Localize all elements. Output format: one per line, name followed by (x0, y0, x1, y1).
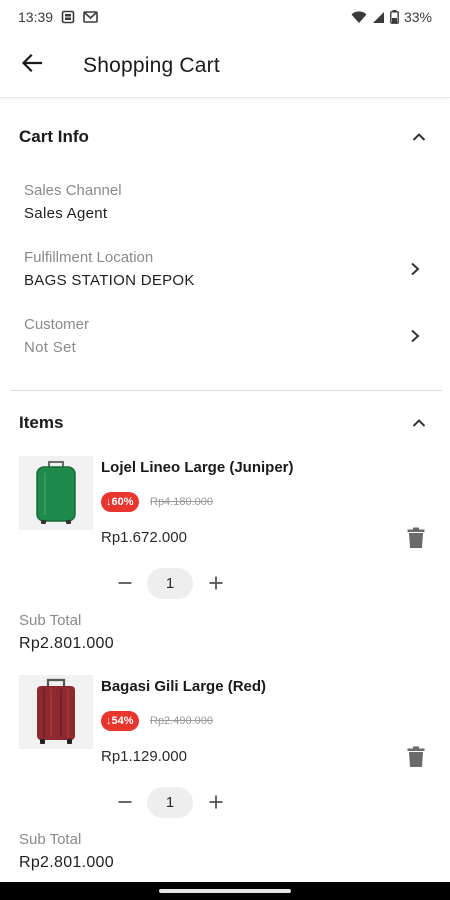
back-button[interactable] (0, 34, 64, 98)
product-name: Bagasi Gili Large (Red) (101, 678, 267, 695)
sales-channel-value: Sales Agent (24, 205, 108, 222)
page-title: Shopping Cart (83, 53, 220, 77)
signal-icon (372, 11, 385, 24)
discount-badge: ↓54% (101, 711, 139, 731)
subtotal-label: Sub Total (19, 831, 82, 848)
chevron-right-icon[interactable] (404, 325, 426, 347)
fulfillment-location-value: BAGS STATION DEPOK (24, 272, 195, 289)
customer-label: Customer (24, 316, 90, 333)
increase-quantity-button[interactable] (204, 571, 228, 595)
arrow-left-icon (21, 52, 43, 79)
chevron-up-icon[interactable] (407, 411, 431, 435)
customer-row[interactable]: Customer Not Set (0, 309, 450, 363)
product-price: Rp1.129.000 (101, 748, 187, 765)
chevron-up-icon[interactable] (407, 125, 431, 149)
items-header[interactable]: Items (0, 403, 450, 443)
fulfillment-location-label: Fulfillment Location (24, 249, 154, 266)
product-image-red-suitcase[interactable] (19, 675, 93, 749)
battery-icon (390, 10, 399, 24)
product-name: Lojel Lineo Large (Juniper) (101, 459, 294, 476)
subtotal-value: Rp2.801.000 (19, 635, 114, 652)
original-price: Rp4.180.000 (150, 496, 213, 508)
customer-value: Not Set (24, 339, 77, 356)
wifi-icon (351, 10, 367, 24)
trash-icon[interactable] (404, 526, 428, 550)
chevron-right-icon[interactable] (404, 258, 426, 280)
increase-quantity-button[interactable] (204, 790, 228, 814)
decrease-quantity-button[interactable] (113, 790, 137, 814)
fulfillment-location-row[interactable]: Fulfillment Location BAGS STATION DEPOK (0, 242, 450, 296)
subtotal-label: Sub Total (19, 612, 82, 629)
status-time: 13:39 (18, 9, 54, 25)
sales-channel-row: Sales Channel Sales Agent (0, 175, 450, 229)
app-bar: Shopping Cart (0, 34, 450, 98)
discount-badge: ↓60% (101, 492, 139, 512)
product-price: Rp1.672.000 (101, 529, 187, 546)
quantity-field[interactable]: 1 (147, 568, 193, 599)
decrease-quantity-button[interactable] (113, 571, 137, 595)
sales-channel-label: Sales Channel (24, 182, 122, 199)
sim-card-icon (61, 10, 75, 24)
cart-info-header[interactable]: Cart Info (0, 117, 450, 157)
items-title: Items (19, 413, 64, 432)
trash-icon[interactable] (404, 745, 428, 769)
cart-item: Bagasi Gili Large (Red) ↓54% Rp2.490.000… (0, 675, 450, 885)
product-image-green-suitcase[interactable] (19, 456, 93, 530)
system-navigation-bar (0, 882, 450, 900)
original-price: Rp2.490.000 (150, 715, 213, 727)
battery-percent: 33% (403, 9, 432, 25)
cart-item: Lojel Lineo Large (Juniper) ↓60% Rp4.180… (0, 456, 450, 666)
cart-info-title: Cart Info (19, 127, 89, 146)
section-divider (10, 390, 442, 391)
quantity-field[interactable]: 1 (147, 787, 193, 818)
gmail-icon (83, 10, 98, 24)
subtotal-value: Rp2.801.000 (19, 854, 114, 871)
status-bar: 13:39 33% (0, 0, 450, 34)
home-gesture-handle[interactable] (159, 889, 291, 893)
